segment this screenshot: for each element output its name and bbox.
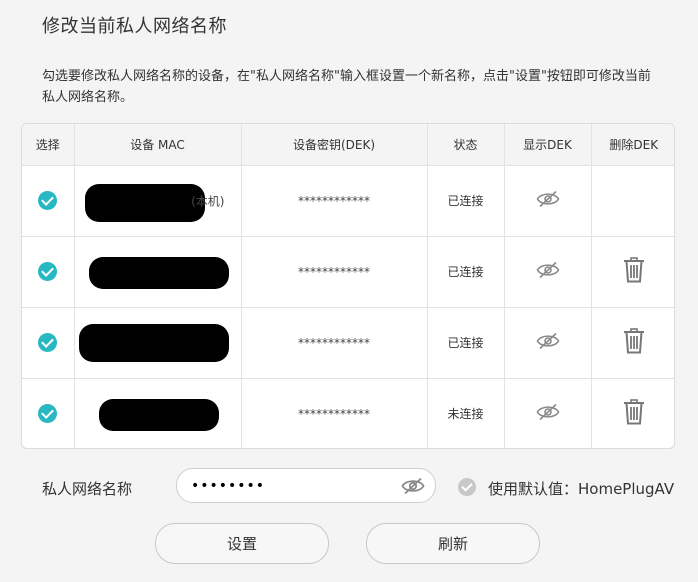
table-row: ************ 未连接 [22, 378, 674, 448]
table-row: (本机) ************ 已连接 [22, 165, 674, 237]
device-mac [74, 378, 242, 448]
redacted-mac [84, 183, 205, 222]
header-show-dek: 显示DEK [504, 124, 592, 166]
network-name-label: 私人网络名称 [42, 480, 133, 498]
show-dek-eye-icon[interactable] [536, 261, 560, 282]
toggle-password-visibility-icon[interactable] [401, 477, 425, 499]
redacted-mac [78, 323, 229, 362]
device-status: 已连接 [447, 265, 484, 279]
table-header-row: 选择 设备 MAC 设备密钥(DEK) 状态 显示DEK 删除DEK [22, 124, 674, 166]
use-default-label: 使用默认值：HomePlugAV [488, 480, 675, 498]
show-dek-eye-icon[interactable] [536, 190, 560, 211]
header-dek: 设备密钥(DEK) [241, 124, 428, 166]
header-select: 选择 [22, 124, 75, 166]
device-status: 未连接 [447, 407, 484, 422]
use-default-checkbox[interactable] [458, 478, 476, 496]
device-mac: (本机) [74, 165, 242, 237]
device-mac [74, 236, 242, 308]
header-mac: 设备 MAC [74, 124, 242, 166]
delete-dek-trash-icon[interactable] [623, 399, 645, 428]
delete-dek-trash-icon[interactable] [623, 328, 645, 357]
redacted-mac [88, 256, 229, 289]
refresh-button[interactable]: 刷新 [366, 523, 540, 564]
delete-dek-trash-icon[interactable] [623, 257, 645, 286]
network-name-input[interactable] [191, 475, 391, 497]
device-dek: ************ [298, 264, 370, 279]
header-delete-dek: 删除DEK [591, 124, 674, 166]
local-device-label: (本机) [191, 194, 225, 208]
show-dek-eye-icon[interactable] [536, 332, 560, 353]
device-table: 选择 设备 MAC 设备密钥(DEK) 状态 显示DEK 删除DEK (本机) *… [21, 123, 675, 449]
device-dek: ************ [298, 406, 370, 421]
page-description: 勾选要修改私人网络名称的设备，在"私人网络名称"输入框设置一个新名称，点击"设置… [42, 69, 651, 105]
page-title: 修改当前私人网络名称 [42, 16, 227, 37]
row-select-checkbox[interactable] [38, 191, 58, 210]
network-name-field[interactable] [176, 468, 436, 503]
row-select-checkbox[interactable] [38, 404, 58, 424]
row-select-checkbox[interactable] [38, 262, 58, 281]
show-dek-eye-icon[interactable] [536, 403, 560, 424]
table-row: ************ 已连接 [22, 307, 674, 379]
set-button[interactable]: 设置 [155, 523, 329, 564]
device-dek: ************ [298, 193, 370, 208]
device-mac [74, 307, 242, 379]
device-status: 已连接 [447, 336, 484, 350]
device-status: 已连接 [447, 194, 484, 208]
row-select-checkbox[interactable] [38, 333, 58, 352]
device-dek: ************ [298, 335, 370, 350]
header-status: 状态 [427, 124, 505, 166]
redacted-mac [98, 398, 219, 431]
table-row: ************ 已连接 [22, 236, 674, 308]
